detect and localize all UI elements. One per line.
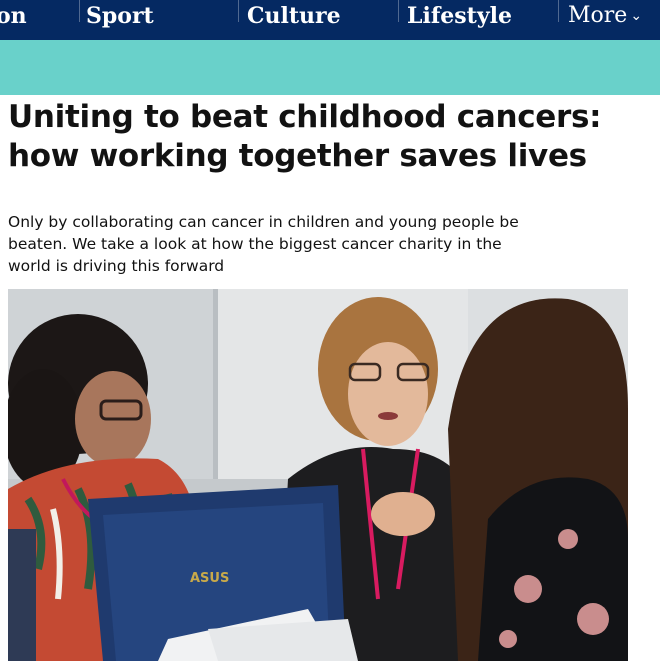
- section-accent-band: [0, 40, 660, 95]
- laptop-logo-text: ASUS: [190, 571, 229, 586]
- nav-item-more[interactable]: More ⌄: [568, 0, 642, 40]
- chevron-down-icon: ⌄: [630, 8, 643, 24]
- nav-divider: [79, 0, 80, 22]
- nav-more-label: More: [568, 3, 628, 28]
- nav-divider: [238, 0, 239, 22]
- hero-photo-illustration: ASUS: [8, 289, 628, 661]
- nav-item-news[interactable]: on: [0, 0, 27, 40]
- article-headline: Uniting to beat childhood cancers: how w…: [8, 99, 602, 174]
- nav-divider: [398, 0, 399, 22]
- nav-item-lifestyle[interactable]: Lifestyle: [407, 0, 512, 40]
- nav-divider: [558, 0, 559, 22]
- article-standfirst: Only by collaborating can cancer in chil…: [8, 213, 519, 275]
- article-hero-image[interactable]: ASUS: [8, 289, 628, 661]
- top-navigation: on Sport Culture Lifestyle More ⌄: [0, 0, 660, 40]
- nav-item-culture[interactable]: Culture: [247, 0, 341, 40]
- nav-item-sport[interactable]: Sport: [86, 0, 154, 40]
